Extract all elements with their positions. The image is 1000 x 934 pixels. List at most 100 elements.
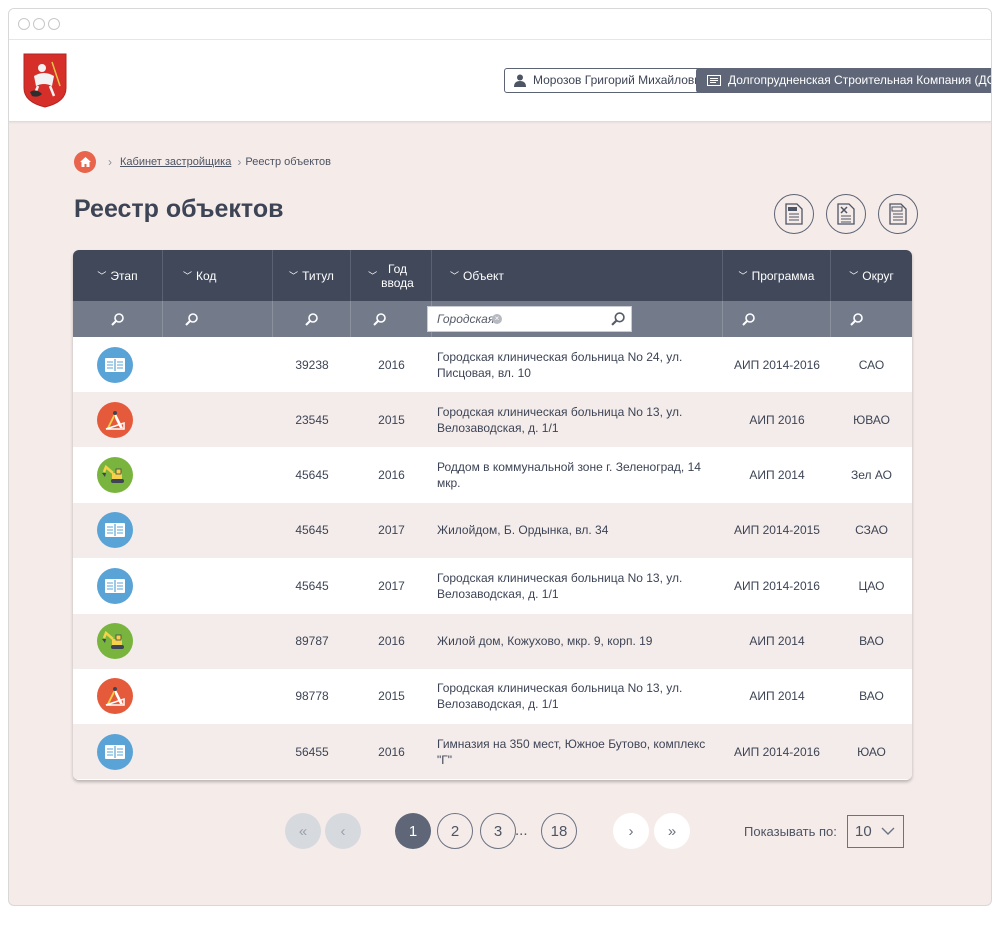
column-header-program[interactable]: ﹀ Программа	[723, 250, 831, 301]
search-icon	[742, 312, 755, 326]
titul-cell: 45645	[295, 523, 329, 538]
column-header-year[interactable]: ﹀ Год ввода	[351, 250, 432, 301]
search-icon	[111, 312, 124, 326]
object-cell[interactable]: Жилойдом, Б. Ордынка, вл. 34	[425, 503, 723, 558]
district-cell: САО	[858, 357, 885, 372]
home-button[interactable]	[74, 151, 96, 173]
page-size-select[interactable]: 10	[847, 815, 904, 848]
user-profile-button[interactable]: Морозов Григорий Михайлович	[504, 68, 719, 93]
organization-name: Долгопрудненская Строительная Компания (…	[728, 73, 992, 87]
titul-cell: 45645	[295, 578, 329, 593]
object-cell[interactable]: Городская клиническая больница No 13, ул…	[425, 669, 723, 724]
search-icon	[850, 312, 863, 326]
search-icon	[373, 312, 386, 326]
first-page-button[interactable]: «	[285, 813, 321, 849]
district-cell: ЮАО	[857, 744, 886, 759]
page-button-3[interactable]: 3	[480, 813, 516, 849]
id-card-icon	[707, 75, 721, 86]
filter-year-button[interactable]	[351, 301, 432, 337]
column-header-stage[interactable]: ﹀ Этап	[73, 250, 163, 301]
chevron-down-icon: ﹀	[738, 270, 748, 281]
stage-cell	[73, 337, 157, 392]
page-button-18[interactable]: 18	[541, 813, 577, 849]
window-dot-3	[48, 18, 60, 30]
chevron-down-icon: ﹀	[849, 270, 859, 281]
district-cell: ВАО	[859, 689, 884, 704]
object-cell[interactable]: Роддом в коммунальной зоне г. Зеленоград…	[425, 448, 723, 503]
search-icon	[305, 312, 318, 326]
page-size-label: Показывать по:	[744, 824, 837, 839]
excavator-icon	[97, 623, 133, 659]
window-dot-1	[18, 18, 30, 30]
filter-district-button[interactable]	[831, 301, 912, 337]
moscow-coat-of-arms-logo[interactable]	[22, 52, 68, 108]
next-page-button[interactable]: ›	[613, 813, 649, 849]
chevron-down-icon: ﹀	[183, 270, 193, 281]
breadcrumb-cabinet-link[interactable]: Кабинет застройщика	[120, 156, 231, 168]
object-cell[interactable]: Городская клиническая больница No 13, ул…	[425, 558, 723, 613]
column-header-code[interactable]: ﹀ Код	[163, 250, 273, 301]
chevron-down-icon: ﹀	[97, 270, 107, 281]
page-button-2[interactable]: 2	[437, 813, 473, 849]
filter-titul-button[interactable]	[273, 301, 351, 337]
export-word-button[interactable]	[878, 194, 918, 234]
year-cell: 2016	[378, 744, 405, 759]
export-excel-button[interactable]	[826, 194, 866, 234]
object-cell[interactable]: Городская клиническая больница No 24, ул…	[425, 337, 723, 392]
table-row[interactable]: 45645 2016 Роддом в коммунальной зоне г. З…	[73, 447, 912, 503]
stage-cell	[73, 669, 157, 724]
object-cell[interactable]: Жилой дом, Кожухово, мкр. 9, корп. 19	[425, 614, 723, 669]
year-cell: 2015	[378, 412, 405, 427]
column-header-object[interactable]: ﹀ Объект	[432, 250, 723, 301]
pdf-document-icon	[785, 203, 803, 225]
year-cell: 2015	[378, 689, 405, 704]
prev-page-button[interactable]: ‹	[325, 813, 361, 849]
program-cell: АИП 2014-2015	[734, 523, 820, 538]
filter-stage-button[interactable]	[73, 301, 163, 337]
chevron-right-icon: ›	[628, 822, 634, 840]
object-search-input[interactable]: Городская ×	[427, 306, 632, 332]
year-cell: 2017	[378, 578, 405, 593]
column-header-titul[interactable]: ﹀ Титул	[273, 250, 351, 301]
chevron-down-icon: ﹀	[368, 270, 378, 281]
table-row[interactable]: 39238 2016 Городская клиническая больница …	[73, 337, 912, 392]
stage-cell	[73, 614, 157, 669]
search-icon	[185, 312, 198, 326]
last-page-button[interactable]: »	[654, 813, 690, 849]
organization-button[interactable]: Долгопрудненская Строительная Компания (…	[696, 68, 992, 93]
table-row[interactable]: 98778 2015 Городская клиническая больница …	[73, 668, 912, 724]
window-dot-2	[33, 18, 45, 30]
table-row[interactable]: 89787 2016 Жилой дом, Кожухово, мкр. 9, ко…	[73, 613, 912, 669]
column-header-district[interactable]: ﹀ Округ	[831, 250, 912, 301]
breadcrumb-separator-icon: ›	[237, 155, 242, 169]
drafting-tools-icon	[97, 401, 133, 438]
table-row[interactable]: 45645 2017 Городская клиническая больница …	[73, 558, 912, 614]
year-cell: 2016	[378, 357, 405, 372]
filter-program-button[interactable]	[723, 301, 831, 337]
chevron-down-icon	[881, 827, 895, 835]
year-cell: 2017	[378, 523, 405, 538]
page-button-1[interactable]: 1	[395, 813, 431, 849]
district-cell: ЦАО	[858, 578, 885, 593]
district-cell: ВАО	[859, 634, 884, 648]
search-icon[interactable]	[611, 312, 625, 326]
program-cell: АИП 2014-2016	[734, 578, 820, 593]
clear-search-icon[interactable]: ×	[492, 314, 502, 324]
table-row[interactable]: 56455 2016 Гимназия на 350 мест, Южное Бут…	[73, 724, 912, 780]
export-pdf-button[interactable]	[774, 194, 814, 234]
titul-cell: 39238	[295, 357, 329, 372]
object-cell[interactable]: Гимназия на 350 мест, Южное Бутово, комп…	[425, 724, 723, 779]
object-cell[interactable]: Городская клиническая больница No 13, ул…	[425, 392, 723, 447]
stage-cell	[73, 448, 157, 503]
objects-table: ﹀ Этап ﹀ Код ﹀ Титул ﹀ Год ввода ﹀ Объект ﹀ Про…	[73, 250, 912, 780]
stage-cell	[73, 392, 157, 447]
pagination-ellipsis: ...	[515, 822, 528, 839]
year-cell: 2016	[378, 468, 405, 483]
window-chrome	[9, 9, 991, 40]
table-row[interactable]: 23545 2015 Городская клиническая больница …	[73, 392, 912, 448]
breadcrumb: › Кабинет застройщика › Реестр объектов	[74, 151, 331, 173]
titul-cell: 23545	[295, 412, 329, 427]
table-row[interactable]: 45645 2017 Жилойдом, Б. Ордынка, вл. 34 АИП…	[73, 502, 912, 558]
filter-code-button[interactable]	[163, 301, 273, 337]
excavator-icon	[97, 457, 133, 494]
